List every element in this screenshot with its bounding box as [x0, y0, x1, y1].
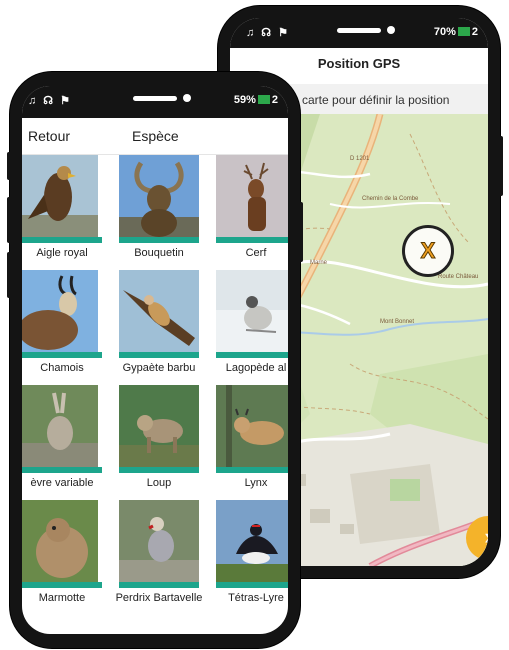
- position-marker[interactable]: X: [402, 225, 454, 277]
- accent-band: [216, 352, 288, 358]
- map-label: Marne: [310, 260, 328, 266]
- partridge-photo: [119, 500, 199, 582]
- species-label: Cerf: [245, 247, 267, 259]
- black-grouse-photo: [216, 500, 288, 582]
- species-label: Loup: [146, 477, 172, 489]
- accent-band: [216, 582, 288, 588]
- map-label: Mont Bonnet: [380, 319, 415, 325]
- battery-indicator: 59% 2: [233, 94, 278, 106]
- species-label: Marmotte: [38, 592, 86, 604]
- accent-band: [22, 237, 102, 243]
- species-label: Bouquetin: [134, 247, 184, 259]
- status-icons: ♫ ☊ ⚑: [28, 95, 72, 107]
- speaker-slot: [133, 96, 177, 101]
- species-label: Lynx: [244, 477, 268, 489]
- species-label: Perdrix Bartavelle: [115, 592, 203, 604]
- marker-x-icon: X: [420, 238, 436, 264]
- wolf-photo: [119, 385, 199, 467]
- species-label: Lagopède al: [225, 362, 287, 374]
- camera-dot: [387, 26, 395, 34]
- map-label: D 1201: [350, 156, 370, 162]
- status-icons: ♫ ☊ ⚑: [246, 27, 290, 39]
- map-hint: e carte pour définir la position: [292, 93, 450, 107]
- accent-band: [119, 582, 199, 588]
- phone-side-button: [7, 197, 11, 243]
- phone-side-button: [499, 136, 503, 196]
- phone-side-button: [7, 152, 11, 180]
- ibex-photo: [119, 155, 199, 237]
- species-phone-frame: ♫ ☊ ⚑ 59% 2 Retour Espèce Aigle royal Bo…: [7, 72, 303, 648]
- species-nav-bar: Retour Espèce: [22, 118, 288, 155]
- speaker-slot: [337, 28, 381, 33]
- map-label: Route Château: [438, 274, 479, 280]
- accent-band: [22, 352, 102, 358]
- species-status-bar: ♫ ☊ ⚑ 59% 2: [22, 86, 288, 118]
- ptarmigan-photo: [216, 270, 288, 352]
- species-screen: ♫ ☊ ⚑ 59% 2 Retour Espèce Aigle royal Bo…: [22, 86, 288, 634]
- accent-band: [22, 582, 102, 588]
- accent-band: [22, 467, 102, 473]
- species-label: Chamois: [40, 362, 84, 374]
- battery-icon: [257, 95, 270, 104]
- phone-side-button: [299, 202, 303, 262]
- accent-band: [119, 352, 199, 358]
- lynx-photo: [216, 385, 288, 467]
- battery-icon: [457, 27, 470, 36]
- chamois-photo: [22, 270, 98, 352]
- accent-band: [216, 237, 288, 243]
- species-label: Tétras-Lyre: [228, 592, 284, 604]
- map-label: Chemin de la Combe: [362, 196, 419, 202]
- eagle-photo: [22, 155, 98, 237]
- marmot-photo: [22, 500, 98, 582]
- species-label: èvre variable: [30, 477, 94, 489]
- page-title: Position GPS: [317, 56, 401, 71]
- species-label: Aigle royal: [36, 247, 88, 259]
- camera-dot: [183, 94, 191, 102]
- battery-indicator: 70% 2: [433, 26, 478, 38]
- accent-band: [119, 467, 199, 473]
- deer-photo: [216, 155, 288, 237]
- hare-photo: [22, 385, 98, 467]
- vulture-photo: [119, 270, 199, 352]
- phone-side-button: [7, 252, 11, 298]
- page-title: Espèce: [132, 128, 179, 144]
- accent-band: [216, 467, 288, 473]
- accent-band: [119, 237, 199, 243]
- back-button[interactable]: Retour: [28, 128, 70, 144]
- species-label: Gypaète barbu: [122, 362, 196, 374]
